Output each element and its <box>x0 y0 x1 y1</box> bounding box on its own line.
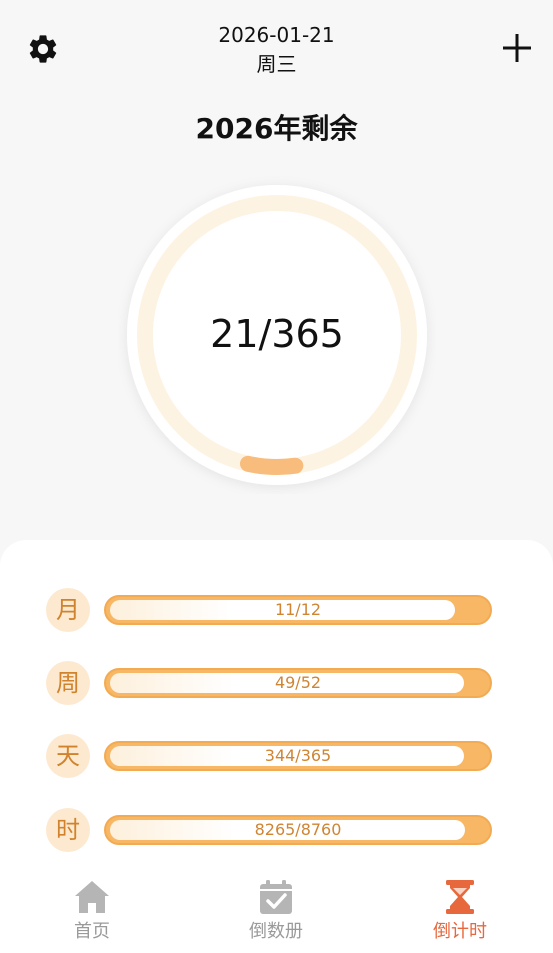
day-badge: 天 <box>46 734 90 778</box>
current-weekday: 周三 <box>256 52 297 76</box>
home-icon <box>75 881 109 913</box>
hour-progress-row: 时 8265/8760 <box>46 808 496 852</box>
day-progress-text: 344/365 <box>264 746 332 765</box>
week-progress-text: 49/52 <box>274 673 322 692</box>
tab-countdown-book[interactable]: 倒数册 <box>216 874 336 946</box>
remaining-days-value: 21/365 <box>210 312 344 356</box>
calendar-check-icon <box>260 880 292 914</box>
month-badge: 月 <box>46 588 90 632</box>
year-progress-ring: 21/365 <box>118 176 436 494</box>
day-progress-bar: 344/365 <box>104 741 492 771</box>
tab-home[interactable]: 首页 <box>32 874 152 946</box>
current-date: 2026-01-21 <box>218 23 335 47</box>
month-progress-text: 11/12 <box>274 600 322 619</box>
month-progress-row: 月 11/12 <box>46 588 496 632</box>
plus-icon <box>503 34 531 62</box>
add-button[interactable] <box>499 30 535 66</box>
tab-countdown[interactable]: 倒计时 <box>400 874 520 946</box>
page-title: 2026年剩余 <box>195 112 358 145</box>
week-progress-bar: 49/52 <box>104 668 492 698</box>
day-progress-row: 天 344/365 <box>46 734 496 778</box>
hour-badge: 时 <box>46 808 90 852</box>
tab-countdown-book-label: 倒数册 <box>249 921 303 942</box>
bottom-tab-bar: 首页 倒数册 倒计时 <box>0 862 553 953</box>
tab-home-label: 首页 <box>74 921 110 942</box>
month-progress-bar: 11/12 <box>104 595 492 625</box>
hour-progress-bar: 8265/8760 <box>104 815 492 845</box>
header: 2026-01-21 周三 <box>0 0 553 100</box>
week-progress-row: 周 49/52 <box>46 661 496 705</box>
tab-countdown-label: 倒计时 <box>433 921 487 942</box>
hour-progress-text: 8265/8760 <box>254 820 342 839</box>
hourglass-icon <box>446 880 474 914</box>
week-badge: 周 <box>46 661 90 705</box>
